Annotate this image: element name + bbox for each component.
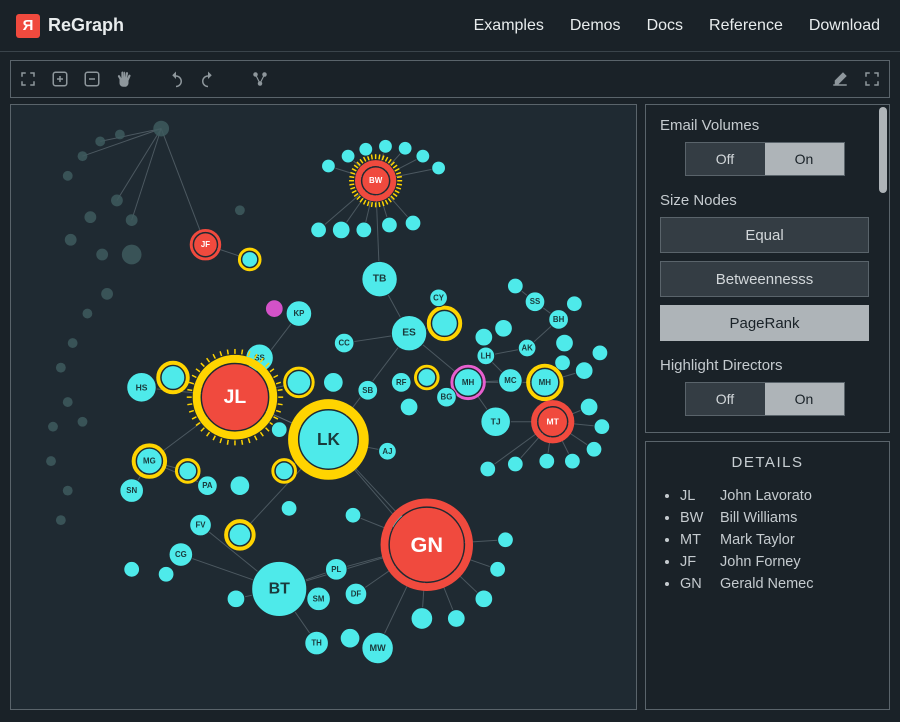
nav-docs[interactable]: Docs bbox=[647, 17, 683, 35]
details-code: JL bbox=[680, 485, 720, 507]
svg-text:TJ: TJ bbox=[491, 417, 501, 427]
details-code: MT bbox=[680, 529, 720, 551]
brand-name: ReGraph bbox=[48, 15, 124, 36]
main-nav: Examples Demos Docs Reference Download bbox=[474, 17, 880, 35]
details-panel: DETAILS JLJohn LavoratoBWBill WilliamsMT… bbox=[645, 441, 890, 710]
svg-text:JF: JF bbox=[201, 240, 210, 249]
svg-text:CG: CG bbox=[175, 550, 187, 559]
pan-icon[interactable] bbox=[113, 68, 135, 90]
email-volumes-off[interactable]: Off bbox=[686, 143, 765, 175]
svg-text:BG: BG bbox=[441, 393, 453, 402]
nav-demos[interactable]: Demos bbox=[570, 17, 621, 35]
email-volumes-toggle: Off On bbox=[685, 142, 845, 176]
details-name: Bill Williams bbox=[720, 510, 797, 526]
svg-text:DF: DF bbox=[351, 589, 362, 598]
size-pagerank-button[interactable]: PageRank bbox=[660, 305, 869, 341]
size-betweenness-button[interactable]: Betweennesss bbox=[660, 261, 869, 297]
details-name: John Lavorato bbox=[720, 488, 812, 504]
svg-text:MT: MT bbox=[547, 417, 560, 427]
size-nodes-label: Size Nodes bbox=[660, 192, 869, 209]
svg-text:SM: SM bbox=[313, 594, 325, 603]
highlight-directors-label: Highlight Directors bbox=[660, 357, 869, 374]
size-equal-button[interactable]: Equal bbox=[660, 217, 869, 253]
svg-text:BH: BH bbox=[553, 315, 565, 324]
zoom-out-icon[interactable] bbox=[81, 68, 103, 90]
layout-icon[interactable] bbox=[249, 68, 271, 90]
brand-logo-icon: Я bbox=[16, 14, 40, 38]
details-item: MTMark Taylor bbox=[680, 529, 875, 551]
svg-text:LH: LH bbox=[481, 351, 492, 360]
highlight-directors-toggle: Off On bbox=[685, 382, 845, 416]
fit-to-view-icon[interactable] bbox=[17, 68, 39, 90]
svg-text:CC: CC bbox=[338, 339, 350, 348]
svg-text:TH: TH bbox=[311, 639, 322, 648]
brand: Я ReGraph bbox=[16, 14, 124, 38]
controls-panel: Email Volumes Off On Size Nodes Equal Be… bbox=[645, 104, 890, 433]
details-item: BWBill Williams bbox=[680, 507, 875, 529]
svg-text:SS: SS bbox=[530, 297, 540, 306]
svg-text:JL: JL bbox=[224, 386, 247, 408]
graph-canvas[interactable]: BWJFTBKPESCCSSJLHSLKMHRFSBBGMCLHAKSSCYBH… bbox=[10, 104, 637, 710]
nav-reference[interactable]: Reference bbox=[709, 17, 783, 35]
details-item: GNGerald Nemec bbox=[680, 573, 875, 595]
redo-icon[interactable] bbox=[197, 68, 219, 90]
svg-text:RF: RF bbox=[396, 378, 407, 387]
nav-download[interactable]: Download bbox=[809, 17, 880, 35]
svg-text:BW: BW bbox=[369, 176, 383, 185]
zoom-in-icon[interactable] bbox=[49, 68, 71, 90]
fullscreen-icon[interactable] bbox=[861, 68, 883, 90]
svg-text:PL: PL bbox=[331, 565, 341, 574]
svg-text:AK: AK bbox=[521, 343, 533, 352]
svg-text:BT: BT bbox=[269, 580, 291, 597]
undo-icon[interactable] bbox=[165, 68, 187, 90]
toolbar bbox=[10, 60, 890, 98]
svg-text:MW: MW bbox=[370, 643, 387, 653]
details-name: Gerald Nemec bbox=[720, 576, 813, 592]
email-volumes-on[interactable]: On bbox=[765, 143, 844, 175]
highlight-off[interactable]: Off bbox=[686, 383, 765, 415]
svg-text:TB: TB bbox=[373, 274, 387, 285]
details-item: JLJohn Lavorato bbox=[680, 485, 875, 507]
erase-icon[interactable] bbox=[829, 68, 851, 90]
svg-text:GN: GN bbox=[411, 532, 444, 557]
svg-text:SB: SB bbox=[362, 386, 373, 395]
svg-text:MH: MH bbox=[539, 378, 552, 387]
svg-text:KP: KP bbox=[293, 309, 304, 318]
svg-text:CY: CY bbox=[433, 293, 445, 302]
svg-text:ES: ES bbox=[402, 328, 416, 339]
svg-text:HS: HS bbox=[136, 382, 148, 392]
details-name: John Forney bbox=[720, 554, 801, 570]
svg-text:MG: MG bbox=[143, 457, 156, 466]
topbar: Я ReGraph Examples Demos Docs Reference … bbox=[0, 0, 900, 52]
details-code: JF bbox=[680, 551, 720, 573]
svg-text:PA: PA bbox=[202, 481, 213, 490]
svg-text:MH: MH bbox=[462, 378, 475, 387]
details-name: Mark Taylor bbox=[720, 532, 795, 548]
svg-text:MC: MC bbox=[504, 376, 517, 385]
details-item: JFJohn Forney bbox=[680, 551, 875, 573]
highlight-on[interactable]: On bbox=[765, 383, 844, 415]
details-code: BW bbox=[680, 507, 720, 529]
details-code: GN bbox=[680, 573, 720, 595]
svg-text:AJ: AJ bbox=[382, 447, 392, 456]
svg-text:SN: SN bbox=[126, 486, 137, 495]
controls-scrollbar[interactable] bbox=[879, 107, 887, 430]
svg-text:FV: FV bbox=[196, 521, 207, 530]
details-list: JLJohn LavoratoBWBill WilliamsMTMark Tay… bbox=[660, 485, 875, 595]
nav-examples[interactable]: Examples bbox=[474, 17, 544, 35]
email-volumes-label: Email Volumes bbox=[660, 117, 869, 134]
svg-text:LK: LK bbox=[317, 430, 340, 449]
details-title: DETAILS bbox=[660, 454, 875, 471]
